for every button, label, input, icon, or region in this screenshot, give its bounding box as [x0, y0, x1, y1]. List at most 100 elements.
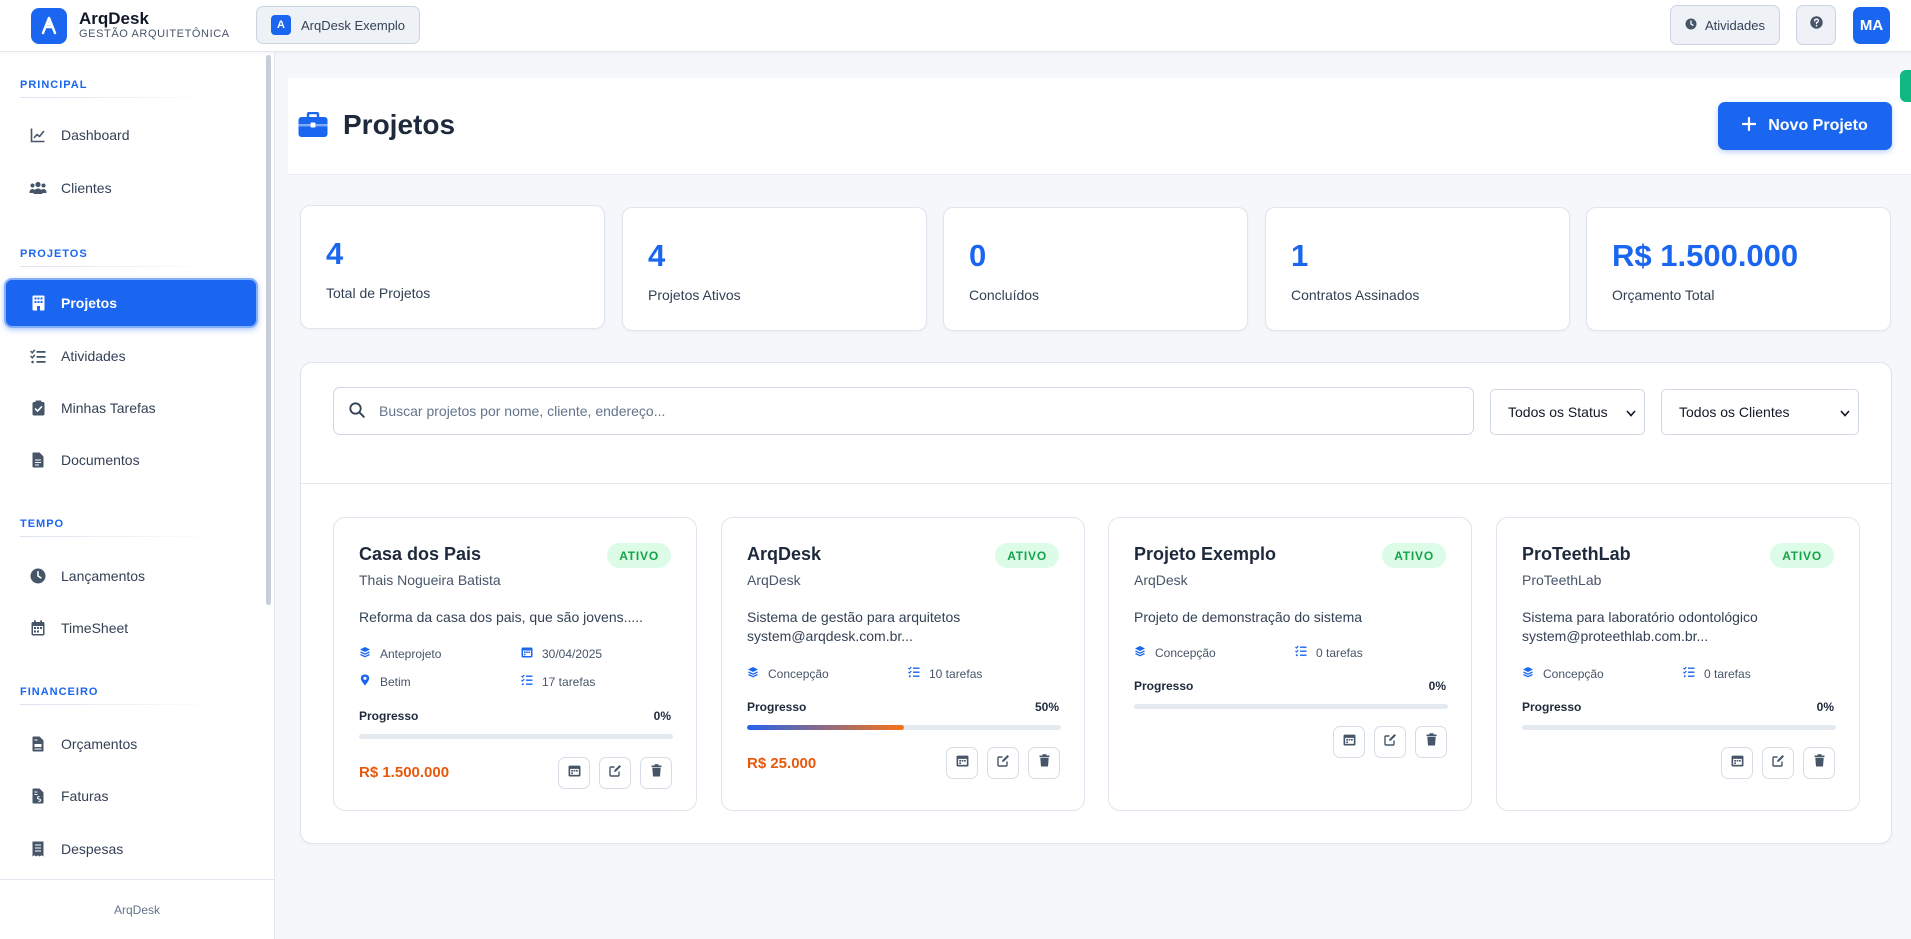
calendar-button[interactable] — [558, 757, 590, 789]
stat-value: R$ 1.500.000 — [1612, 238, 1799, 273]
delete-button[interactable] — [1415, 726, 1447, 758]
question-icon — [1809, 16, 1823, 34]
delete-button[interactable] — [640, 757, 672, 789]
trash-icon — [1039, 754, 1050, 772]
stat-value: 1 — [1291, 238, 1309, 273]
stat-card: R$ 1.500.000 Orçamento Total — [1586, 207, 1891, 331]
section-divider — [20, 97, 220, 98]
progress-label: Progresso — [1134, 679, 1194, 693]
stat-card: 1 Contratos Assinados — [1265, 207, 1570, 331]
calendar-button[interactable] — [1333, 726, 1365, 758]
progress-bar-fill — [747, 725, 904, 730]
sidebar-section-financeiro: FINANCEIRO — [20, 686, 99, 698]
stat-value: 0 — [969, 238, 987, 273]
workspace-switcher[interactable]: A ArqDesk Exemplo — [256, 6, 421, 44]
list-check-icon — [29, 347, 47, 365]
project-phase-label: Concepção — [768, 666, 829, 681]
sidebar-item-faturas[interactable]: Faturas — [4, 771, 258, 821]
calendar-icon — [29, 619, 47, 637]
sidebar-item-timesheet[interactable]: TimeSheet — [4, 603, 258, 653]
calendar-button[interactable] — [1721, 747, 1753, 779]
sidebar-scrollbar[interactable] — [266, 55, 271, 605]
project-tasks: 10 tarefas — [908, 666, 982, 681]
sidebar-item-label: Minhas Tarefas — [61, 400, 156, 416]
sidebar-item-label: Dashboard — [61, 127, 130, 143]
delete-button[interactable] — [1028, 747, 1060, 779]
status-filter-select[interactable]: Todos os Status — [1490, 389, 1645, 435]
card-actions — [558, 757, 672, 789]
edit-button[interactable] — [987, 747, 1019, 779]
sidebar-item-minhas-tarefas[interactable]: Minhas Tarefas — [4, 383, 258, 433]
stat-value: 4 — [326, 236, 344, 271]
project-name[interactable]: Casa dos Pais — [359, 544, 481, 565]
sidebar-item-projetos[interactable]: Projetos — [4, 278, 258, 328]
sidebar-item-lancamentos[interactable]: Lançamentos — [4, 551, 258, 601]
stat-card: 4 Total de Projetos — [300, 205, 605, 329]
card-actions — [1333, 726, 1447, 758]
user-avatar[interactable]: MA — [1853, 7, 1890, 44]
sidebar-section-tempo: TEMPO — [20, 518, 65, 530]
project-name[interactable]: ArqDesk — [747, 544, 821, 565]
progress-bar — [1134, 704, 1448, 709]
stat-label: Contratos Assinados — [1291, 287, 1420, 303]
project-card[interactable]: Casa dos Pais ATIVO Thais Nogueira Batis… — [333, 517, 697, 811]
briefcase-icon — [298, 111, 328, 143]
project-name[interactable]: ProTeethLab — [1522, 544, 1631, 565]
calendar-button[interactable] — [946, 747, 978, 779]
status-badge: ATIVO — [1382, 543, 1446, 568]
map-pin-icon — [359, 674, 371, 689]
side-notification-tab[interactable] — [1900, 70, 1911, 102]
activities-button[interactable]: Atividades — [1670, 5, 1780, 45]
project-budget: R$ 25.000 — [747, 755, 817, 772]
list-check-icon — [521, 674, 533, 689]
project-card[interactable]: ProTeethLab ATIVO ProTeethLab Sistema pa… — [1496, 517, 1860, 811]
workspace-badge: A — [271, 15, 291, 35]
sidebar-item-clientes[interactable]: Clientes — [4, 163, 258, 213]
project-phase-label: Concepção — [1543, 666, 1604, 681]
project-phase: Concepção — [1522, 666, 1604, 681]
section-divider — [20, 536, 220, 537]
plus-icon — [1742, 116, 1757, 136]
brand-logo-icon[interactable] — [31, 8, 67, 44]
layers-icon — [359, 646, 371, 661]
edit-button[interactable] — [1374, 726, 1406, 758]
project-tasks-label: 0 tarefas — [1316, 645, 1363, 660]
new-project-button[interactable]: Novo Projeto — [1718, 102, 1892, 150]
layers-icon — [1522, 666, 1534, 681]
sidebar-item-dashboard[interactable]: Dashboard — [4, 110, 258, 160]
file-icon — [29, 451, 47, 469]
trash-icon — [1814, 754, 1825, 772]
edit-icon — [996, 754, 1010, 772]
status-badge: ATIVO — [1770, 543, 1834, 568]
sidebar-footer: ArqDesk — [0, 879, 274, 939]
sidebar-item-label: Documentos — [61, 452, 140, 468]
project-card[interactable]: ArqDesk ATIVO ArqDesk Sistema de gestão … — [721, 517, 1085, 811]
sidebar-item-atividades[interactable]: Atividades — [4, 331, 258, 381]
sidebar-item-despesas[interactable]: Despesas — [4, 824, 258, 874]
progress-label: Progresso — [747, 700, 807, 714]
list-check-icon — [1683, 666, 1695, 681]
project-phase-label: Concepção — [1155, 645, 1216, 660]
search-input[interactable]: Buscar projetos por nome, cliente, ender… — [333, 387, 1474, 435]
client-filter-value: Todos os Clientes — [1679, 404, 1790, 420]
stat-label: Total de Projetos — [326, 285, 431, 301]
sidebar-item-documentos[interactable]: Documentos — [4, 435, 258, 485]
sidebar-item-orcamentos[interactable]: Orçamentos — [4, 719, 258, 769]
project-name[interactable]: Projeto Exemplo — [1134, 544, 1276, 565]
project-card[interactable]: Projeto Exemplo ATIVO ArqDesk Projeto de… — [1108, 517, 1472, 811]
search-placeholder: Buscar projetos por nome, cliente, ender… — [379, 403, 666, 419]
stat-label: Orçamento Total — [1612, 287, 1715, 303]
client-filter-select[interactable]: Todos os Clientes — [1661, 389, 1859, 435]
progress-value: 50% — [1034, 700, 1059, 714]
edit-button[interactable] — [1762, 747, 1794, 779]
help-button[interactable] — [1796, 5, 1836, 45]
calendar-icon — [521, 646, 533, 661]
sidebar-item-label: Projetos — [61, 295, 118, 311]
stat-label: Projetos Ativos — [648, 287, 741, 303]
delete-button[interactable] — [1803, 747, 1835, 779]
list-check-icon — [908, 666, 920, 681]
project-tasks-label: 0 tarefas — [1704, 666, 1751, 681]
status-badge: ATIVO — [607, 543, 671, 568]
edit-button[interactable] — [599, 757, 631, 789]
sidebar-item-label: Clientes — [61, 180, 112, 196]
